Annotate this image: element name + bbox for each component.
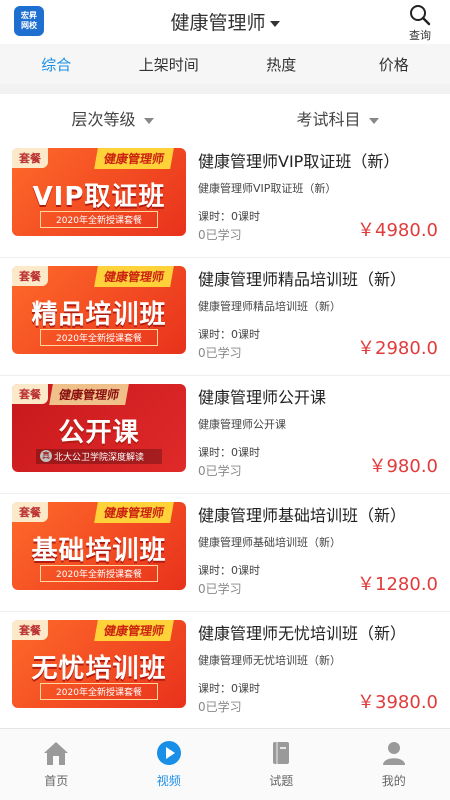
thumb-ribbon: 健康管理师	[94, 502, 174, 523]
category-title-dropdown[interactable]: 健康管理师	[0, 8, 450, 35]
course-name: 健康管理师无忧培训班（新）	[198, 624, 407, 643]
sort-tab-popularity[interactable]: 热度	[225, 54, 338, 75]
thumb-subtitle: 2020年全新授课套餐	[40, 565, 158, 582]
course-subtitle: 健康管理师基础培训班（新）	[198, 536, 341, 549]
filter-bar: 层次等级 考试科目	[0, 96, 450, 140]
course-name: 健康管理师公开课	[198, 388, 327, 407]
thumb-title: 公开课	[58, 418, 140, 448]
sort-tab-listing-time[interactable]: 上架时间	[113, 54, 226, 75]
course-subtitle: 健康管理师VIP取证班（新）	[198, 182, 337, 195]
package-tag: 套餐	[12, 148, 48, 168]
filter-level-dropdown[interactable]: 层次等级	[0, 106, 225, 130]
thumb-subtitle: 2020年全新授课套餐	[40, 329, 158, 346]
sort-tabs: 综合 上架时间 热度 价格	[0, 44, 450, 84]
course-list: 套餐 健康管理师 VIP取证班 2020年全新授课套餐 健康管理师VIP取证班（…	[0, 140, 450, 730]
thumb-ribbon: 健康管理师	[94, 266, 174, 287]
thumb-subtitle: 2020年全新授课套餐	[40, 683, 158, 700]
course-thumbnail: 套餐 健康管理师 无忧培训班 2020年全新授课套餐	[12, 620, 186, 708]
tab-home-label: 首页	[44, 774, 69, 788]
course-name: 健康管理师精品培训班（新）	[198, 270, 407, 289]
course-name: 健康管理师VIP取证班（新）	[198, 152, 400, 171]
search-label: 查询	[409, 29, 431, 42]
course-thumbnail: 套餐 健康管理师 精品培训班 2020年全新授课套餐	[12, 266, 186, 354]
thumb-title: 基础培训班	[31, 536, 167, 566]
thumb-ribbon: 健康管理师	[49, 384, 129, 405]
course-subtitle: 健康管理师公开课	[198, 418, 286, 431]
package-tag: 套餐	[12, 620, 48, 640]
thumb-ribbon: 健康管理师	[94, 148, 174, 169]
tab-questions-label: 试题	[269, 774, 294, 788]
package-tag: 套餐	[12, 502, 48, 522]
app-header: 宏昇 网校 健康管理师 查询	[0, 0, 450, 44]
tab-profile[interactable]: 我的	[338, 729, 450, 800]
search-button[interactable]: 查询	[404, 4, 436, 43]
user-icon	[382, 742, 405, 765]
play-icon	[156, 741, 181, 765]
course-price: ￥3980.0	[357, 692, 438, 713]
sort-tab-comprehensive[interactable]: 综合	[0, 54, 113, 75]
course-item[interactable]: 套餐 健康管理师 公开课 真 北大公卫学院深度解读 健康管理师公开课 健康管理师…	[0, 376, 450, 494]
package-tag: 套餐	[12, 384, 48, 404]
course-thumbnail: 套餐 健康管理师 基础培训班 2020年全新授课套餐	[12, 502, 186, 590]
thumb-subtitle: 北大公卫学院深度解读	[36, 449, 162, 464]
thumb-title: 无忧培训班	[31, 654, 167, 684]
course-item[interactable]: 套餐 健康管理师 无忧培训班 2020年全新授课套餐 健康管理师无忧培训班（新）…	[0, 612, 450, 730]
divider	[0, 84, 450, 94]
tab-questions[interactable]: 试题	[225, 729, 338, 800]
course-item[interactable]: 套餐 健康管理师 基础培训班 2020年全新授课套餐 健康管理师基础培训班（新）…	[0, 494, 450, 612]
home-icon	[44, 742, 69, 765]
filter-subject-label: 考试科目	[296, 110, 361, 129]
course-item[interactable]: 套餐 健康管理师 精品培训班 2020年全新授课套餐 健康管理师精品培训班（新）…	[0, 258, 450, 376]
sort-tab-price[interactable]: 价格	[338, 54, 450, 75]
tab-video-label: 视频	[156, 774, 181, 788]
caret-down-icon	[269, 20, 280, 27]
triangle-down-icon	[368, 117, 379, 124]
filter-level-label: 层次等级	[71, 110, 136, 129]
thumb-subtitle: 2020年全新授课套餐	[40, 211, 158, 228]
tab-home[interactable]: 首页	[0, 729, 113, 800]
course-price: ￥2980.0	[357, 338, 438, 359]
course-name: 健康管理师基础培训班（新）	[198, 506, 407, 525]
filter-subject-dropdown[interactable]: 考试科目	[225, 106, 450, 130]
tab-profile-label: 我的	[381, 774, 406, 788]
thumb-title: 精品培训班	[31, 300, 167, 330]
course-price: ￥1280.0	[357, 574, 438, 595]
page-title: 健康管理师	[170, 12, 266, 34]
course-price: ￥4980.0	[357, 220, 438, 241]
search-icon	[410, 5, 431, 26]
book-icon	[273, 742, 290, 764]
tab-video[interactable]: 视频	[113, 729, 226, 800]
course-item[interactable]: 套餐 健康管理师 VIP取证班 2020年全新授课套餐 健康管理师VIP取证班（…	[0, 140, 450, 258]
course-thumbnail: 套餐 健康管理师 VIP取证班 2020年全新授课套餐	[12, 148, 186, 236]
package-tag: 套餐	[12, 266, 48, 286]
course-price: ￥980.0	[368, 456, 438, 477]
course-thumbnail: 套餐 健康管理师 公开课 真 北大公卫学院深度解读	[12, 384, 186, 472]
course-subtitle: 健康管理师精品培训班（新）	[198, 300, 341, 313]
triangle-down-icon	[143, 117, 154, 124]
course-subtitle: 健康管理师无忧培训班（新）	[198, 654, 341, 667]
thumb-ribbon: 健康管理师	[94, 620, 174, 641]
bottom-tab-bar: 首页 视频 试题 我的	[0, 728, 450, 800]
thumb-title: VIP取证班	[32, 182, 166, 212]
